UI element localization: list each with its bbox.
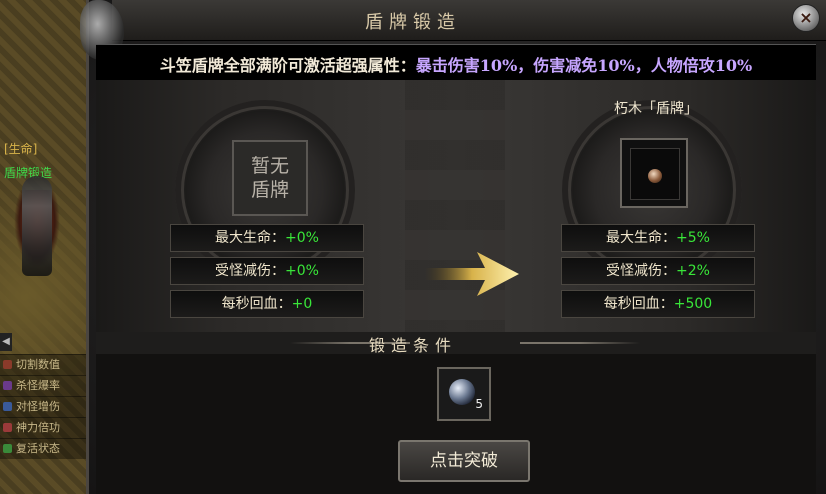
sidebar-item-monster-damage[interactable]: 对怪增伤 <box>0 396 86 417</box>
banner-bonus: 暴击伤害10%，伤害减免10%，人物倍攻10% <box>415 56 753 75</box>
stat-key: 每秒回血： <box>221 296 292 312</box>
revive-status-icon <box>3 444 12 453</box>
bonus-banner: 斗笠盾牌全部满阶可激活超强属性：暴击伤害10%，伤害减免10%，人物倍攻10% <box>96 44 816 82</box>
stat-key: 每秒回血： <box>603 296 674 312</box>
sidebar-item-label: 复活状态 <box>16 442 60 455</box>
stat-damage-reduction: 受怪减伤：+2% <box>561 257 755 285</box>
sidebar-item-label: 对怪增伤 <box>16 400 60 413</box>
close-button[interactable]: × <box>792 4 820 32</box>
stat-damage-reduction: 受怪减伤：+0% <box>170 257 364 285</box>
sidebar-item-cut-value[interactable]: 切割数值 <box>0 354 86 375</box>
stat-key: 最大生命： <box>215 230 286 246</box>
stat-max-life: 最大生命：+0% <box>170 224 364 252</box>
material-orb-icon <box>449 379 475 405</box>
divine-power-icon <box>3 423 12 432</box>
sidebar-item-label: 杀怪爆率 <box>16 379 60 392</box>
next-shield-slot[interactable] <box>620 138 688 208</box>
stat-value: +5% <box>676 230 710 246</box>
current-shield-slot[interactable]: 暂无 盾牌 <box>232 140 308 216</box>
next-shield-name: 朽木「盾牌」 <box>614 101 698 117</box>
sidebar-menu: 切割数值 杀怪爆率 对怪增伤 神力倍功 复活状态 <box>0 354 86 459</box>
upgrade-arrow-icon <box>425 252 519 296</box>
stat-value: +0% <box>285 230 319 246</box>
sidebar-item-drop-rate[interactable]: 杀怪爆率 <box>0 375 86 396</box>
current-stats: 最大生命：+0% 受怪减伤：+0% 每秒回血：+0 <box>170 224 364 323</box>
stat-value: +0 <box>291 296 313 312</box>
stat-value: +500 <box>673 296 713 312</box>
stat-value: +2% <box>676 263 710 279</box>
banner-text: 斗笠盾牌全部满阶可激活超强属性：暴击伤害10%，伤害减免10%，人物倍攻10% <box>96 52 816 76</box>
player-character[interactable] <box>14 176 60 276</box>
stat-key: 受怪减伤： <box>215 263 286 279</box>
stat-key: 受怪减伤： <box>606 263 677 279</box>
stat-value: +0% <box>285 263 319 279</box>
requirements-title: 锻造条件 <box>368 336 457 355</box>
sidebar-item-label: 神力倍功 <box>16 421 60 434</box>
life-tag: [生命] <box>4 142 38 156</box>
shield-item-icon <box>648 169 662 183</box>
drop-rate-icon <box>3 381 12 390</box>
break-through-button[interactable]: 点击突破 <box>398 440 530 482</box>
material-slot[interactable]: 5 <box>437 367 491 421</box>
cut-value-icon <box>3 360 12 369</box>
sidebar-item-divine-power[interactable]: 神力倍功 <box>0 417 86 438</box>
stat-key: 最大生命： <box>606 230 677 246</box>
material-count: 5 <box>475 397 483 411</box>
monster-damage-icon <box>3 402 12 411</box>
stat-max-life: 最大生命：+5% <box>561 224 755 252</box>
banner-prefix: 斗笠盾牌全部满阶可激活超强属性： <box>159 56 416 75</box>
window-title: 盾牌锻造 <box>365 12 461 33</box>
sidebar-item-label: 切割数值 <box>16 358 60 371</box>
stat-regen: 每秒回血：+0 <box>170 290 364 318</box>
empty-slot-line2: 盾牌 <box>250 179 289 201</box>
empty-slot-line1: 暂无 <box>250 155 289 177</box>
sidebar-item-revive-status[interactable]: 复活状态 <box>0 438 86 459</box>
stat-regen: 每秒回血：+500 <box>561 290 755 318</box>
item-frame <box>630 148 680 200</box>
next-stats: 最大生命：+5% 受怪减伤：+2% 每秒回血：+500 <box>561 224 755 323</box>
